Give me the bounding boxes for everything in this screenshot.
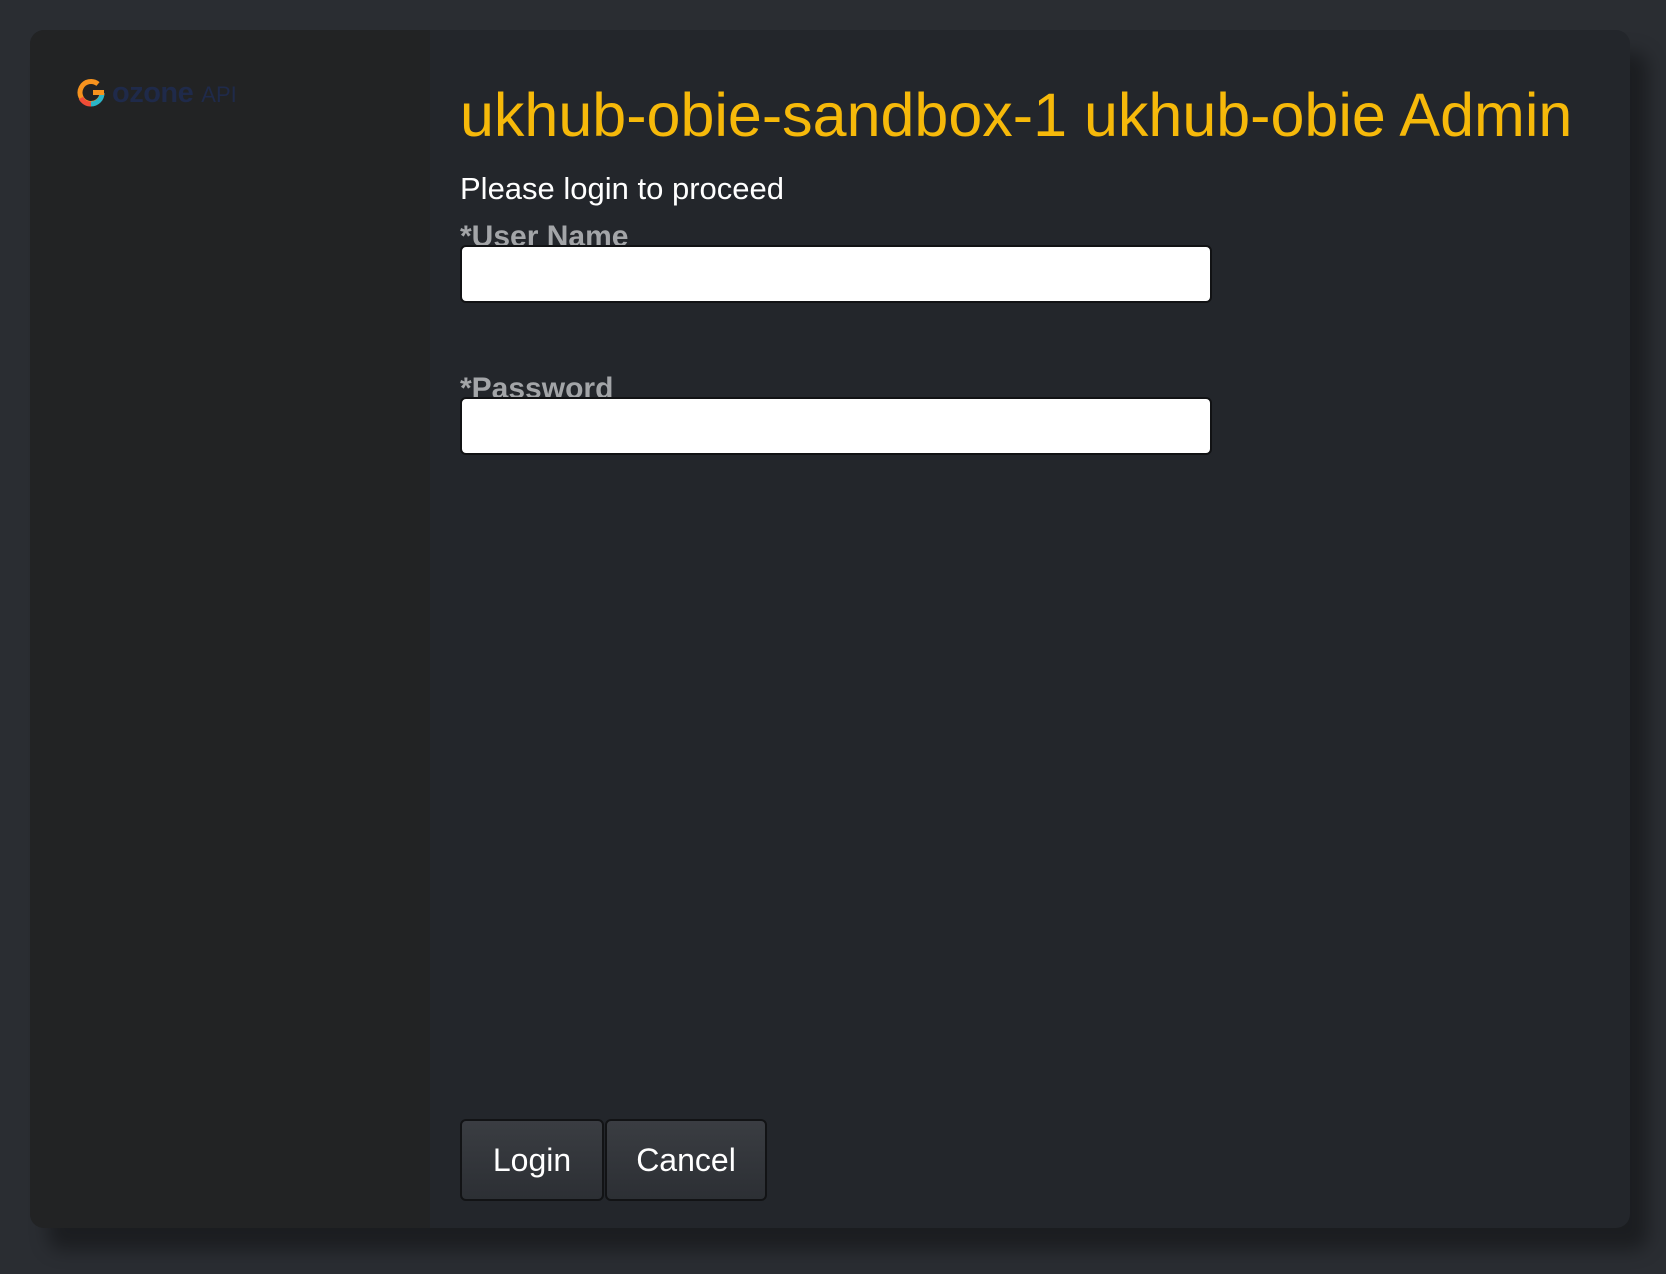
sidebar: ozone API bbox=[30, 30, 430, 1228]
login-panel: ukhub-obie-sandbox-1 ukhub-obie Admin Pl… bbox=[460, 30, 1630, 1228]
cancel-button[interactable]: Cancel bbox=[605, 1119, 767, 1201]
login-button[interactable]: Login bbox=[460, 1119, 604, 1201]
logo-api-suffix: API bbox=[201, 82, 237, 107]
login-window: ozone API ukhub-obie-sandbox-1 ukhub-obi… bbox=[30, 30, 1630, 1228]
logo-wordmark: ozone bbox=[112, 76, 194, 109]
page-title: ukhub-obie-sandbox-1 ukhub-obie Admin bbox=[460, 81, 1573, 149]
username-input[interactable] bbox=[460, 245, 1212, 303]
ozone-logo-icon bbox=[77, 79, 105, 107]
ozone-api-logo: ozone API bbox=[76, 78, 237, 108]
login-prompt: Please login to proceed bbox=[460, 171, 785, 206]
password-input[interactable] bbox=[460, 397, 1212, 455]
